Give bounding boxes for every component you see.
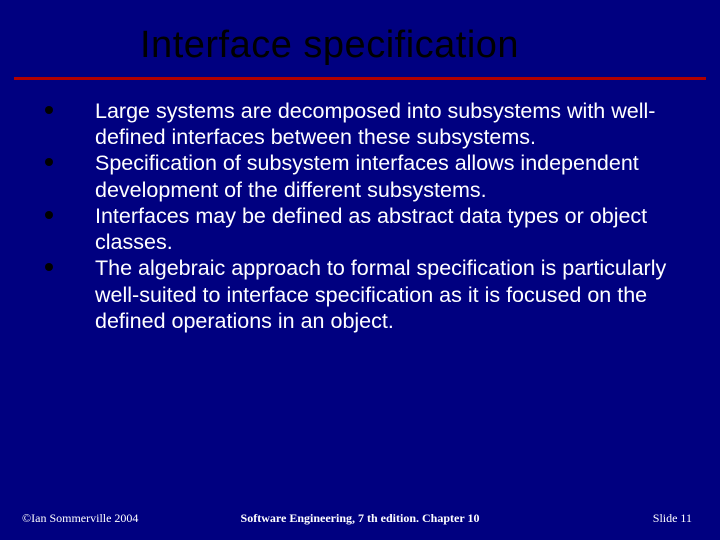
bullet-list: Large systems are decomposed into subsys… xyxy=(45,98,690,334)
footer-source: Software Engineering, 7 th edition. Chap… xyxy=(0,511,720,526)
slide: Interface specification Large systems ar… xyxy=(0,0,720,540)
slide-title: Interface specification xyxy=(0,0,720,77)
slide-body: Large systems are decomposed into subsys… xyxy=(0,80,720,334)
list-item: Specification of subsystem interfaces al… xyxy=(45,150,690,202)
list-item: Large systems are decomposed into subsys… xyxy=(45,98,690,150)
list-item: The algebraic approach to formal specifi… xyxy=(45,255,690,334)
list-item: Interfaces may be defined as abstract da… xyxy=(45,203,690,255)
footer-slide-number: Slide 11 xyxy=(653,511,692,526)
